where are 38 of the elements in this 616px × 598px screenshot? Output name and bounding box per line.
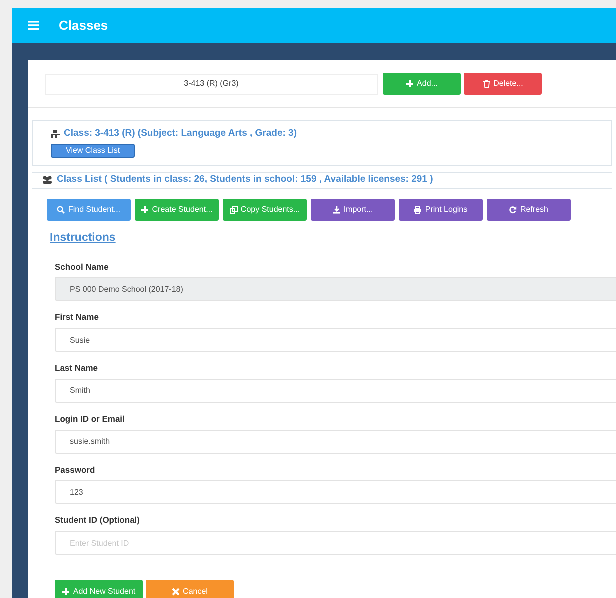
field-label: First Name [55,311,100,324]
create-student-button[interactable]: Create Student... [135,198,219,220]
download-icon [332,206,341,214]
delete-button[interactable]: Delete... [464,73,542,95]
add-button[interactable]: Add... [383,73,461,95]
import-button[interactable]: Import... [311,198,395,220]
field-label: School Name [55,260,110,274]
find-student-button[interactable]: Find Student... [47,198,131,220]
app-title: Classes [59,16,108,35]
instructions-link[interactable]: Instructions [50,232,116,244]
input-field[interactable]: susie.smith [55,430,616,454]
trash-icon [482,80,491,88]
sitemap-icon [51,130,60,138]
refresh-button[interactable]: Refresh [487,198,571,220]
add-student-button[interactable]: Add New Student [55,580,143,598]
field-label: Password [55,464,96,476]
menu-icon[interactable] [28,21,39,30]
users-icon [42,176,53,184]
printer-icon [414,206,422,214]
copy-icon [230,206,238,214]
class-heading: Class: 3-413 (R) (Subject: Language Arts , Grade: 3) [64,127,297,141]
class-select[interactable]: 3-413 (R) (Gr3) [45,74,378,94]
close-icon [172,588,180,596]
copy-students-button[interactable]: Copy Students... [223,198,307,220]
search-icon [57,206,66,214]
refresh-icon [509,206,518,214]
plus-icon [62,588,70,596]
field-label: Login ID or Email [55,412,126,426]
input-field[interactable]: Smith [55,378,616,403]
class-list-heading: Class List ( Students in class: 26, Students in school: 159 , Available licenses: 291 ) [57,173,434,188]
input-field[interactable]: 123 [55,480,616,504]
input-field[interactable]: Susie [55,328,616,352]
field-label: Student ID (Optional) [55,514,141,527]
plus-icon [406,80,414,88]
view-class-list-button[interactable]: View Class List [51,144,136,158]
field-label: Last Name [55,362,99,375]
plus-icon [141,206,150,214]
print-logins-button[interactable]: Print Logins [399,198,483,220]
